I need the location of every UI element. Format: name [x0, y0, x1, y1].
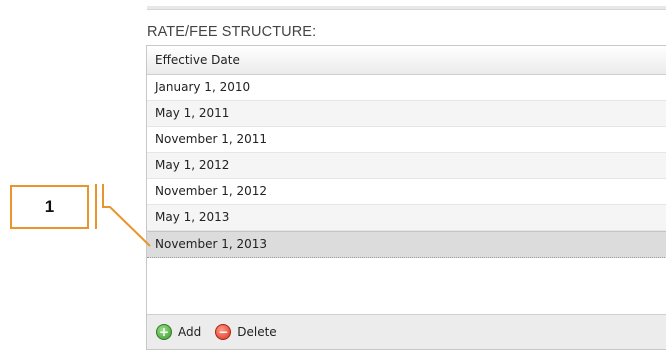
callout-leader-line [95, 184, 151, 247]
